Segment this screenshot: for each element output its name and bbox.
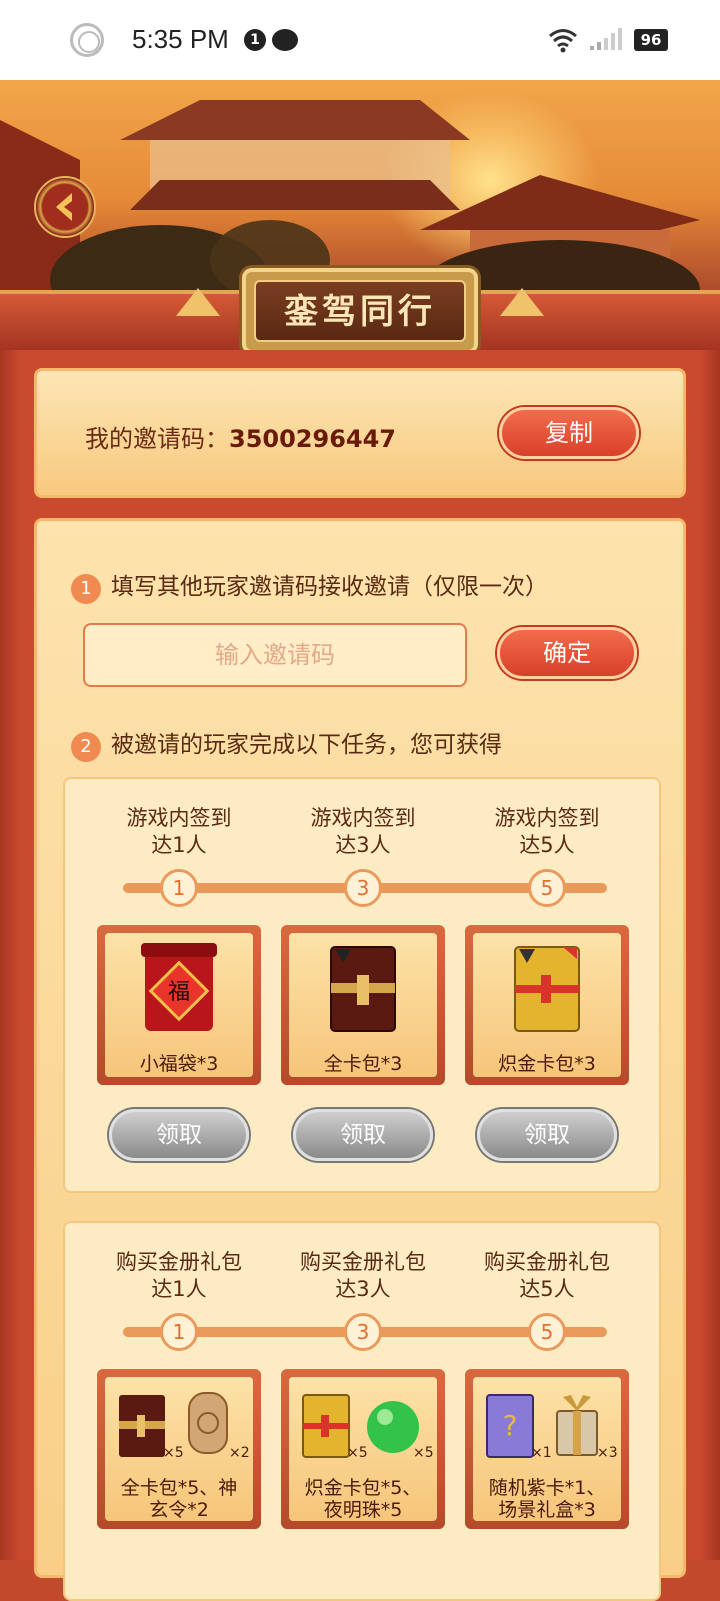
- reward-name: 小福袋*3: [139, 1053, 219, 1075]
- copy-button[interactable]: 复制: [499, 407, 639, 459]
- main-content: 我的邀请码：3500296447 复制 1 填写其他玩家邀请码接收邀请（仅限一次）…: [0, 350, 720, 1601]
- signin-task-title: 游戏内签到 达3人: [310, 806, 416, 857]
- beam-ornament-right: [500, 288, 544, 316]
- reward-quantity: ×2: [229, 1445, 250, 1461]
- step-2-heading: 2 被邀请的玩家完成以下任务，您可获得: [71, 725, 502, 762]
- claim-button[interactable]: 领取: [293, 1109, 433, 1161]
- progress-node: 3: [344, 869, 382, 907]
- gold-card-pack-icon: [302, 1394, 350, 1458]
- token-icon: [188, 1392, 228, 1454]
- step-2-badge: 2: [71, 732, 101, 762]
- invite-code-row: 我的邀请码：3500296447: [85, 419, 396, 454]
- reward-name: 全卡包*5、神 玄令*2: [120, 1477, 238, 1521]
- gift-box-icon: [556, 1395, 598, 1456]
- purchase-task-title: 购买金册礼包 达3人: [300, 1250, 426, 1301]
- claim-button[interactable]: 领取: [477, 1109, 617, 1161]
- signin-task-title: 游戏内签到 达1人: [126, 806, 232, 857]
- chevron-left-icon: [56, 193, 72, 221]
- step-2-text: 被邀请的玩家完成以下任务，您可获得: [111, 732, 502, 758]
- confirm-button[interactable]: 确定: [497, 627, 637, 679]
- message-icon: [272, 29, 298, 51]
- reward-name: 炽金卡包*5、 夜明珠*5: [304, 1477, 422, 1521]
- reward-card: ×5 ×5 炽金卡包*5、 夜明珠*5: [281, 1369, 445, 1529]
- signin-tasks-panel: 游戏内签到 达1人 游戏内签到 达3人 游戏内签到 达5人 1 3 5 福 小福…: [63, 777, 661, 1193]
- title-plaque: 銮驾同行: [242, 268, 478, 354]
- notification-count-badge: 1: [244, 29, 266, 51]
- purchase-tasks-panel: 购买金册礼包 达1人 购买金册礼包 达3人 购买金册礼包 达5人 1 3 5 ×…: [63, 1221, 661, 1601]
- reward-quantity: ×3: [597, 1445, 618, 1461]
- reward-quantity: ×5: [413, 1445, 434, 1461]
- invite-code-value: 3500296447: [229, 425, 396, 453]
- signal-icon: [590, 28, 622, 50]
- reward-quantity: ×1: [531, 1445, 552, 1461]
- reward-card: ×5 ×2 全卡包*5、神 玄令*2: [97, 1369, 261, 1529]
- reward-name: 随机紫卡*1、 场景礼盒*3: [488, 1477, 606, 1521]
- card-pack-icon: [330, 946, 396, 1032]
- lucky-bag-icon: 福: [141, 943, 217, 1031]
- gold-card-pack-icon: [514, 946, 580, 1032]
- reward-card: ? ×1 ×3 随机紫卡*1、 场景礼盒*3: [465, 1369, 629, 1529]
- progress-node: 1: [160, 869, 198, 907]
- purple-card-icon: ?: [486, 1394, 534, 1458]
- wifi-icon: [549, 29, 577, 53]
- page-title: 銮驾同行: [254, 280, 466, 342]
- progress-node: 3: [344, 1313, 382, 1351]
- progress-node: 1: [160, 1313, 198, 1351]
- progress-node: 5: [528, 1313, 566, 1351]
- beam-ornament-left: [176, 288, 220, 316]
- invite-code-label: 我的邀请码：: [85, 425, 229, 453]
- invite-code-input[interactable]: 输入邀请码: [83, 623, 467, 687]
- progress-node: 5: [528, 869, 566, 907]
- reward-name: 全卡包*3: [323, 1053, 403, 1075]
- back-button[interactable]: [34, 176, 96, 238]
- reward-card: 全卡包*3: [281, 925, 445, 1085]
- status-time: 5:35 PM: [132, 24, 229, 54]
- status-bar: 5:35 PM 1 96: [0, 0, 720, 80]
- card-pack-icon: [119, 1395, 165, 1457]
- svg-text:?: ?: [503, 1409, 518, 1442]
- reward-card: 炽金卡包*3: [465, 925, 629, 1085]
- purchase-task-title: 购买金册礼包 达5人: [484, 1250, 610, 1301]
- purchase-task-title: 购买金册礼包 达1人: [116, 1250, 242, 1301]
- my-invite-card: 我的邀请码：3500296447 复制: [34, 368, 686, 498]
- reward-name: 炽金卡包*3: [498, 1053, 596, 1075]
- reward-quantity: ×5: [163, 1445, 184, 1461]
- battery-icon: 96: [634, 29, 668, 51]
- svg-text:福: 福: [168, 980, 190, 1005]
- step-1-text: 填写其他玩家邀请码接收邀请（仅限一次）: [111, 574, 548, 600]
- app-circle-icon: [70, 23, 104, 57]
- step-1-badge: 1: [71, 574, 101, 604]
- invite-tasks-card: 1 填写其他玩家邀请码接收邀请（仅限一次） 输入邀请码 确定 2 被邀请的玩家完成以…: [34, 518, 686, 1601]
- reward-card: 福 小福袋*3: [97, 925, 261, 1085]
- claim-button[interactable]: 领取: [109, 1109, 249, 1161]
- step-1-heading: 1 填写其他玩家邀请码接收邀请（仅限一次）: [71, 567, 548, 604]
- signin-task-title: 游戏内签到 达5人: [494, 806, 600, 857]
